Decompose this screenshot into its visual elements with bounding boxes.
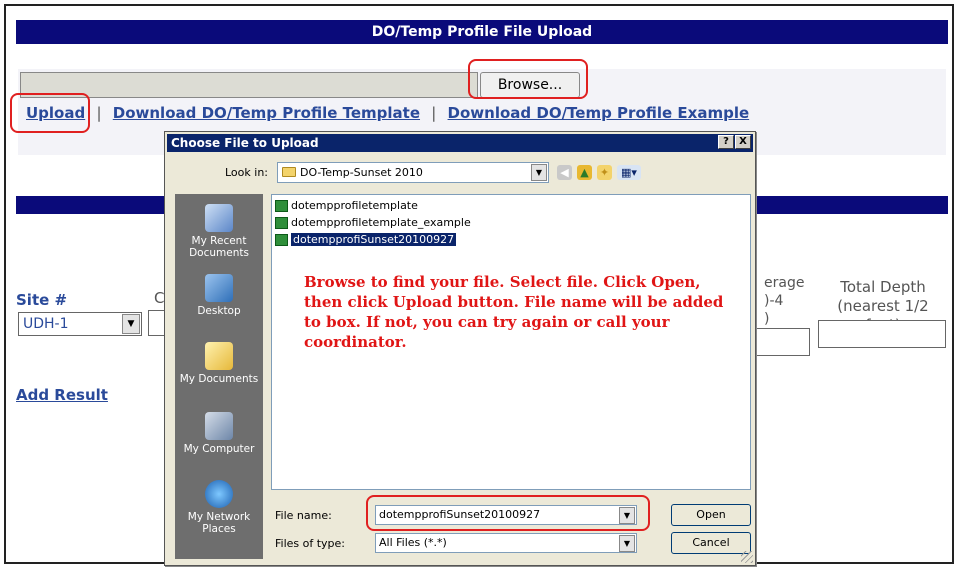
look-in-select[interactable]: DO-Temp-Sunset 2010 ▼ [277,162,549,183]
help-button[interactable]: ? [718,135,734,149]
file-type-label: Files of type: [275,537,346,550]
average-label-line: )-4 [764,293,784,309]
view-menu-icon[interactable]: ▦▾ [617,165,641,180]
place-desktop[interactable]: Desktop [175,274,263,317]
chevron-down-icon[interactable]: ▼ [531,164,547,181]
cancel-button[interactable]: Cancel [671,532,751,554]
file-name: dotempprofiletemplate_example [291,216,471,229]
place-label: My Network Places [187,511,251,535]
site-select-value: UDH-1 [23,316,69,332]
average-input[interactable] [756,328,810,356]
download-example-link[interactable]: Download DO/Temp Profile Example [448,104,750,122]
file-name-label: File name: [275,509,332,522]
close-button[interactable]: X [735,135,751,149]
site-label: Site # [16,291,68,309]
place-my-documents[interactable]: My Documents [175,342,263,385]
link-separator: | [431,104,437,122]
back-icon[interactable]: ◀ [557,165,572,180]
excel-file-icon [275,217,288,229]
average-label-line: ) [764,311,770,327]
average-label-line: erage [764,275,805,291]
upload-highlight [10,93,90,133]
place-my-recent-documents[interactable]: My Recent Documents [175,204,263,259]
browse-highlight [468,59,588,99]
chevron-down-icon[interactable]: ▼ [619,535,635,552]
look-in-label: Look in: [225,166,268,179]
site-select[interactable]: UDH-1 ▼ [18,312,142,336]
resize-grip[interactable] [741,551,753,563]
desktop-icon [205,274,233,302]
excel-file-icon [275,200,288,212]
place-label: Desktop [197,305,241,317]
average-label-partial: erage )-4 ) [764,274,804,328]
chevron-down-icon[interactable]: ▼ [122,314,140,334]
place-my-computer[interactable]: My Computer [175,412,263,455]
file-type-value: All Files (*.*) [379,536,447,549]
file-type-select[interactable]: All Files (*.*) ▼ [375,533,637,553]
dialog-title: Choose File to Upload [171,136,319,150]
recent-documents-icon [205,204,233,232]
file-path-input[interactable] [20,72,478,98]
place-my-network-places[interactable]: My Network Places [175,480,263,535]
file-item[interactable]: dotempprofiletemplate_example [274,216,471,230]
instruction-text: Browse to find your file. Select file. C… [304,273,724,351]
dialog-title-bar: Choose File to Upload ? X [167,134,753,152]
file-item-selected[interactable]: dotempprofiSunset20100927 [274,233,457,247]
file-name: dotempprofiletemplate [291,199,418,212]
network-places-icon [205,480,233,508]
place-label: My Computer [183,443,255,455]
places-bar: My Recent Documents Desktop My Documents… [175,194,263,559]
download-template-link[interactable]: Download DO/Temp Profile Template [113,104,420,122]
total-depth-input[interactable] [818,320,946,348]
file-name: dotempprofiSunset20100927 [291,233,457,246]
look-in-value: DO-Temp-Sunset 2010 [300,166,423,179]
file-name-highlight [366,495,650,531]
file-item[interactable]: dotempprofiletemplate [274,199,418,213]
place-label: My Documents [179,373,259,385]
upload-links: Upload | Download DO/Temp Profile Templa… [26,104,749,122]
up-folder-icon[interactable]: ▲ [577,165,592,180]
my-documents-icon [205,342,233,370]
add-result-link[interactable]: Add Result [16,386,108,404]
open-button[interactable]: Open [671,504,751,526]
excel-file-icon [275,234,288,246]
link-separator: | [96,104,102,122]
place-label: My Recent Documents [189,235,249,259]
page-title: DO/Temp Profile File Upload [16,20,948,44]
folder-icon [282,167,296,177]
my-computer-icon [205,412,233,440]
total-depth-label-line: Total Depth [840,278,926,296]
new-folder-icon[interactable]: ✦ [597,165,612,180]
